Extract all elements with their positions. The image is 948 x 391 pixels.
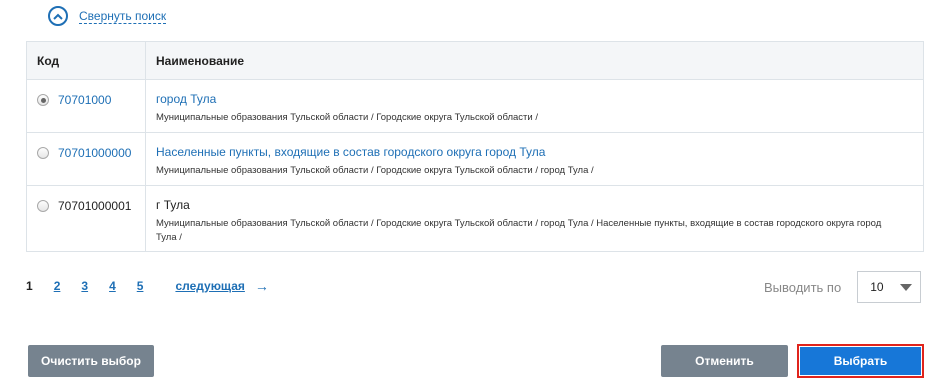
pagination: 1 2 3 4 5 следующая → bbox=[26, 278, 269, 294]
row-path: Муниципальные образования Тульской облас… bbox=[156, 165, 594, 176]
row-path: Муниципальные образования Тульской облас… bbox=[156, 218, 882, 243]
page-3-link[interactable]: 3 bbox=[81, 279, 88, 293]
column-header-code: Код bbox=[27, 42, 146, 79]
row-radio-selected[interactable] bbox=[37, 94, 49, 106]
table-header: Код Наименование bbox=[27, 42, 923, 80]
select-button[interactable]: Выбрать bbox=[800, 347, 921, 375]
per-page-select[interactable]: 10 bbox=[857, 271, 922, 303]
row-code: 70701000001 bbox=[58, 199, 132, 213]
page-4-link[interactable]: 4 bbox=[109, 279, 116, 293]
row-code-link[interactable]: 70701000000 bbox=[58, 146, 131, 160]
row-title-link[interactable]: город Тула bbox=[156, 92, 903, 107]
clear-selection-button[interactable]: Очистить выбор bbox=[28, 345, 154, 377]
per-page-label: Выводить по bbox=[764, 279, 842, 295]
chevron-up-icon[interactable] bbox=[48, 6, 68, 26]
row-title-link[interactable]: Населенные пункты, входящие в состав гор… bbox=[156, 145, 903, 160]
select-button-highlight: Выбрать bbox=[797, 344, 924, 378]
cancel-button[interactable]: Отменить bbox=[661, 345, 788, 377]
row-radio[interactable] bbox=[37, 147, 49, 159]
page-1-current: 1 bbox=[26, 279, 33, 293]
results-table: Код Наименование 70701000 город Тула Мун… bbox=[26, 41, 924, 252]
column-header-name: Наименование bbox=[156, 53, 245, 68]
collapse-search[interactable]: Свернуть поиск bbox=[48, 4, 167, 28]
row-radio[interactable] bbox=[37, 200, 49, 212]
arrow-right-icon[interactable]: → bbox=[255, 278, 269, 294]
caret-down-icon bbox=[900, 283, 913, 291]
next-page-link[interactable]: следующая bbox=[175, 279, 244, 293]
row-title: г Тула bbox=[156, 198, 190, 212]
row-path: Муниципальные образования Тульской облас… bbox=[156, 112, 538, 123]
table-row[interactable]: 70701000001 г Тула Муниципальные образов… bbox=[27, 186, 923, 251]
table-row[interactable]: 70701000 город Тула Муниципальные образо… bbox=[27, 80, 923, 133]
per-page-control: Выводить по 10 bbox=[764, 271, 922, 303]
row-code-link[interactable]: 70701000 bbox=[58, 93, 111, 107]
page-5-link[interactable]: 5 bbox=[137, 279, 144, 293]
page-2-link[interactable]: 2 bbox=[54, 279, 61, 293]
collapse-search-link[interactable]: Свернуть поиск bbox=[79, 9, 167, 24]
table-row[interactable]: 70701000000 Населенные пункты, входящие … bbox=[27, 133, 923, 186]
per-page-value: 10 bbox=[870, 280, 884, 294]
